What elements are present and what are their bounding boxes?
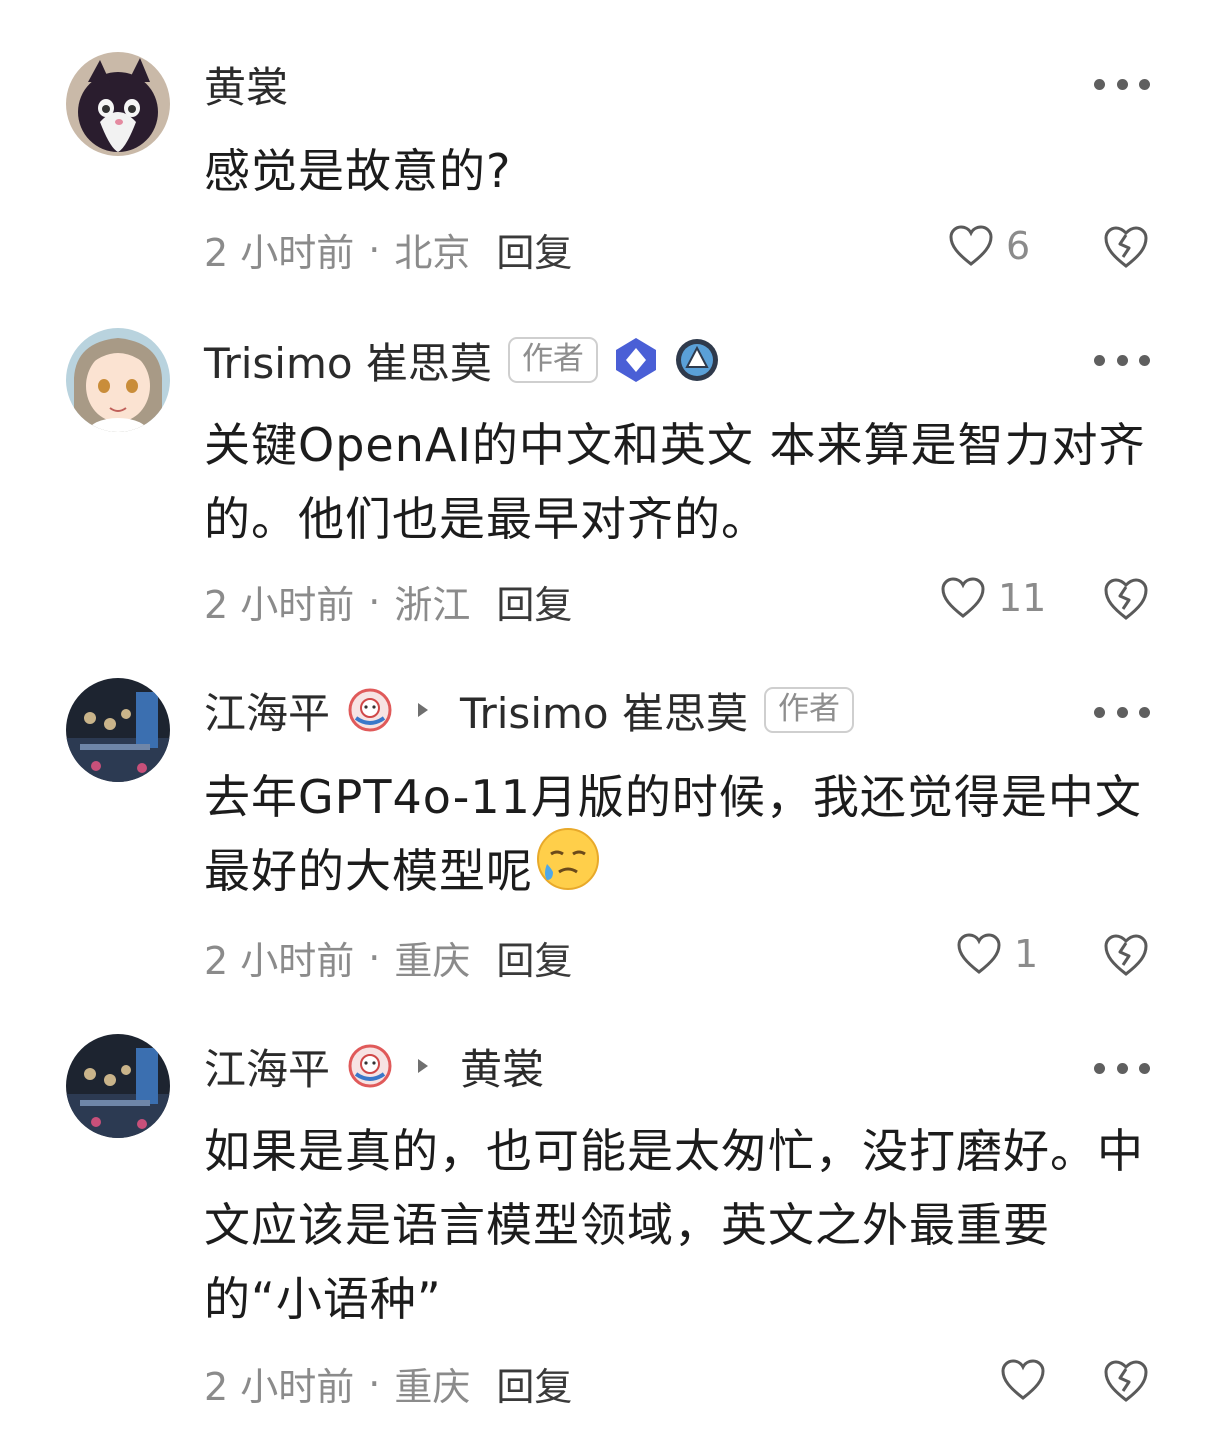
commenter-name[interactable]: 黄裳 — [204, 54, 288, 115]
avatar[interactable] — [66, 678, 170, 782]
dislike-button[interactable] — [1102, 576, 1150, 626]
separator-dot: · — [368, 227, 381, 272]
broken-heart-icon — [1104, 578, 1148, 620]
comment-location: 重庆 — [394, 1365, 471, 1409]
avatar[interactable] — [66, 1034, 170, 1138]
author-tag: 作者 — [763, 687, 854, 733]
heart-icon — [1001, 1359, 1045, 1400]
reply-to-name[interactable]: 黄裳 — [460, 1036, 544, 1097]
reply-button[interactable]: 回复 — [496, 222, 572, 277]
like-count: 11 — [998, 576, 1047, 620]
reply-to-name[interactable]: Trisimo 崔思莫 — [460, 680, 748, 741]
separator-dot: · — [368, 1361, 381, 1406]
like-button[interactable] — [1000, 1358, 1058, 1402]
author-tag: 作者 — [507, 337, 598, 383]
like-button[interactable]: 11 — [940, 576, 1046, 620]
like-button[interactable]: 1 — [956, 932, 1038, 976]
comment-meta: 2 小时前 · 浙江 回复 — [204, 574, 572, 629]
more-dots-icon[interactable] — [1094, 1058, 1150, 1078]
comment-time: 2 小时前 — [204, 939, 355, 983]
comment-text-content: 去年GPT4o-11月版的时候，我还觉得是中文最好的大模型呢 — [204, 770, 1142, 898]
broken-heart-icon — [1104, 226, 1148, 268]
commenter-name[interactable]: 江海平 — [204, 1036, 330, 1097]
dislike-button[interactable] — [1102, 1358, 1150, 1408]
like-button[interactable]: 6 — [948, 224, 1030, 268]
triangle-right-icon — [416, 1057, 430, 1075]
level-badge-icon — [674, 337, 720, 383]
comment-location: 浙江 — [394, 583, 471, 627]
comment-time: 2 小时前 — [204, 1365, 355, 1409]
reply-button[interactable]: 回复 — [496, 1356, 572, 1411]
comment-text: 关键OpenAI的中文和英文 本来算是智力对齐的。他们也是最早对齐的。 — [204, 418, 1146, 546]
crying-face-emoji — [535, 826, 601, 913]
fan-badge-icon — [348, 1044, 392, 1088]
comment-meta: 2 小时前 · 重庆 回复 — [204, 1356, 572, 1411]
heart-icon — [957, 933, 1001, 974]
broken-heart-icon — [1104, 1360, 1148, 1402]
commenter-name[interactable]: 江海平 — [204, 680, 330, 741]
comment-text: 如果是真的，也可能是太匆忙，没打磨好。中文应该是语言模型领域，英文之外最重要的“… — [204, 1124, 1144, 1326]
more-dots-icon[interactable] — [1094, 350, 1150, 370]
fan-badge-icon — [348, 688, 392, 732]
triangle-right-icon — [416, 701, 430, 719]
comment-meta: 2 小时前 · 北京 回复 — [204, 222, 572, 277]
commenter-name[interactable]: Trisimo 崔思莫 — [204, 330, 492, 391]
dislike-button[interactable] — [1102, 932, 1150, 982]
reply-button[interactable]: 回复 — [496, 930, 572, 985]
comment-time: 2 小时前 — [204, 583, 355, 627]
avatar[interactable] — [66, 52, 170, 156]
comment-text: 感觉是故意的? — [204, 144, 512, 198]
more-dots-icon[interactable] — [1094, 74, 1150, 94]
separator-dot: · — [368, 579, 381, 624]
broken-heart-icon — [1104, 934, 1148, 976]
comment-text: 去年GPT4o-11月版的时候，我还觉得是中文最好的大模型呢 — [204, 760, 1164, 913]
comment-location: 重庆 — [394, 939, 471, 983]
more-dots-icon[interactable] — [1094, 702, 1150, 722]
avatar[interactable] — [66, 328, 170, 432]
separator-dot: · — [368, 935, 381, 980]
reply-button[interactable]: 回复 — [496, 574, 572, 629]
comment-location: 北京 — [394, 231, 471, 275]
like-count: 1 — [1014, 932, 1039, 976]
comment-meta: 2 小时前 · 重庆 回复 — [204, 930, 572, 985]
heart-icon — [949, 225, 993, 266]
verified-diamond-badge-icon — [612, 336, 660, 384]
like-count: 6 — [1006, 224, 1031, 268]
dislike-button[interactable] — [1102, 224, 1150, 274]
heart-icon — [941, 577, 985, 618]
comment-time: 2 小时前 — [204, 231, 355, 275]
